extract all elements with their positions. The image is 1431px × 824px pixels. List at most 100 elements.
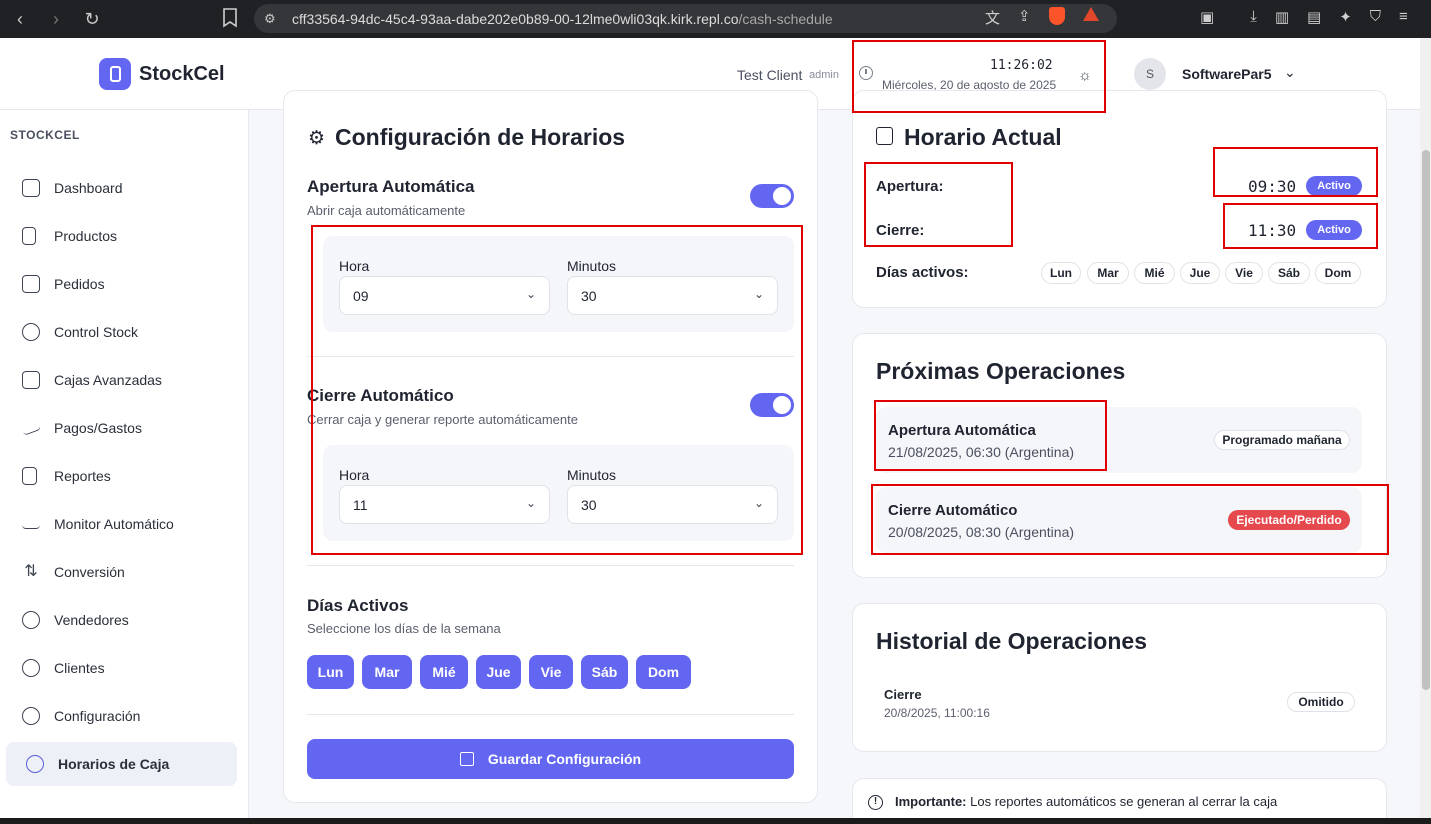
chevron-down-icon: ⌄ xyxy=(753,287,764,301)
cierre-hora-select[interactable]: 11 ⌄ xyxy=(339,485,550,524)
cierre-toggle[interactable] xyxy=(750,393,794,417)
scrollbar-thumb[interactable] xyxy=(1422,150,1430,690)
day-toggle-mar[interactable]: Mar xyxy=(362,655,412,689)
user-plus-icon xyxy=(22,659,40,677)
day-toggle-dom[interactable]: Dom xyxy=(636,655,691,689)
sidebar-item-reportes[interactable]: Reportes xyxy=(6,456,237,496)
sidebar-item-pedidos[interactable]: Pedidos xyxy=(6,264,237,304)
sidebar-item-control-stock[interactable]: Control Stock xyxy=(6,312,237,352)
day-toggle-lun[interactable]: Lun xyxy=(307,655,354,689)
sidebar-item-pagos-gastos[interactable]: Pagos/Gastos xyxy=(6,408,237,448)
active-day-pill: Sáb xyxy=(1268,262,1310,284)
theme-toggle-sun-icon[interactable]: ☼ xyxy=(1078,67,1092,84)
logo-icon[interactable] xyxy=(99,58,131,90)
cart-icon xyxy=(22,275,40,293)
operation-title: Apertura Automática xyxy=(888,422,1036,439)
config-title: Configuración de Horarios xyxy=(335,124,626,150)
day-toggle-mie[interactable]: Mié xyxy=(420,655,468,689)
brave-shields-icon[interactable] xyxy=(1048,7,1065,25)
apertura-desc: Abrir caja automáticamente xyxy=(307,203,466,218)
day-toggle-vie[interactable]: Vie xyxy=(529,655,573,689)
sidebar-item-label: Dashboard xyxy=(54,180,123,196)
save-button-label: Guardar Configuración xyxy=(487,751,642,767)
taskbar-strip xyxy=(0,818,1431,824)
sidebar-item-label: Conversión xyxy=(54,564,125,580)
user-name[interactable]: SoftwarePar5 xyxy=(1182,66,1271,82)
cierre-minutos-label: Minutos xyxy=(567,467,617,483)
search-icon xyxy=(22,323,40,341)
back-icon[interactable]: ‹ xyxy=(10,9,30,30)
active-day-pill: Lun xyxy=(1041,262,1081,284)
translate-icon[interactable]: 文 xyxy=(985,7,1000,28)
sidebar-item-clientes[interactable]: Clientes xyxy=(6,648,237,688)
sidebar-item-configuracion[interactable]: Configuración xyxy=(6,696,237,736)
sidebar-item-cajas-avanzadas[interactable]: Cajas Avanzadas xyxy=(6,360,237,400)
chevron-down-icon[interactable]: ⌄ xyxy=(1284,64,1296,81)
sidebar-item-label: Horarios de Caja xyxy=(58,756,170,772)
calculator-icon xyxy=(22,371,40,389)
divider xyxy=(307,565,794,566)
sidebar-item-vendedores[interactable]: Vendedores xyxy=(6,600,237,640)
active-day-pill: Dom xyxy=(1315,262,1361,284)
phone-icon xyxy=(22,227,36,245)
apertura-hora-select[interactable]: 09 ⌄ xyxy=(339,276,550,315)
apertura-hora-label: Hora xyxy=(339,258,370,274)
sidebar-item-label: Pagos/Gastos xyxy=(54,420,142,436)
reader-icon[interactable]: ▣ xyxy=(1200,8,1214,26)
sidebar-item-dashboard[interactable]: Dashboard xyxy=(6,168,237,208)
cierre-desc: Cerrar caja y generar reporte automática… xyxy=(307,412,578,427)
menu-icon[interactable]: ≡ xyxy=(1399,8,1408,26)
brave-rewards-icon[interactable] xyxy=(1082,7,1099,21)
chevron-down-icon: ⌄ xyxy=(525,287,536,301)
leo-ai-icon[interactable]: ✦ xyxy=(1339,8,1352,26)
apertura-minutos-select[interactable]: 30 ⌄ xyxy=(567,276,778,315)
apertura-toggle[interactable] xyxy=(750,184,794,208)
sidebar-item-label: Vendedores xyxy=(54,612,129,628)
clock-icon xyxy=(26,755,44,773)
select-value: 30 xyxy=(581,496,597,513)
day-toggle-jue[interactable]: Jue xyxy=(476,655,521,689)
brand-name[interactable]: StockCel xyxy=(139,63,225,86)
sidebar-item-label: Productos xyxy=(54,228,118,244)
avatar[interactable]: S xyxy=(1134,58,1166,90)
cierre-label: Cierre: xyxy=(876,222,925,239)
apertura-label: Apertura: xyxy=(876,178,944,195)
dias-activos-desc: Seleccione los días de la semana xyxy=(307,621,501,636)
operation-datetime: 21/08/2025, 06:30 (Argentina) xyxy=(888,444,1075,460)
history-item-datetime: 20/8/2025, 11:00:16 xyxy=(884,706,990,720)
cierre-minutos-select[interactable]: 30 ⌄ xyxy=(567,485,778,524)
site-info-icon[interactable]: ⚙ xyxy=(264,11,284,27)
sidebar-item-conversion[interactable]: ⇅ Conversión xyxy=(6,552,237,592)
sidebar-toggle-icon[interactable]: ▥ xyxy=(1275,8,1289,26)
save-icon xyxy=(459,752,474,766)
reload-icon[interactable]: ↻ xyxy=(82,9,102,30)
sidebar-item-horarios-de-caja[interactable]: Horarios de Caja xyxy=(6,742,237,786)
vpn-icon[interactable]: ⛉ xyxy=(1370,8,1381,26)
status-badge: Ejecutado/Perdido xyxy=(1228,510,1350,530)
day-toggle-sab[interactable]: Sáb xyxy=(581,655,628,689)
active-day-pill: Vie xyxy=(1225,262,1263,284)
wallet-icon[interactable]: ▤ xyxy=(1307,8,1321,26)
bookmark-icon[interactable] xyxy=(222,8,238,28)
sidebar-item-label: Control Stock xyxy=(54,324,139,340)
historial-card xyxy=(852,603,1387,752)
horario-actual-title: Horario Actual xyxy=(904,124,1062,150)
clock-icon xyxy=(859,66,873,80)
chevron-down-icon: ⌄ xyxy=(753,496,764,510)
note-bold: Importante: xyxy=(895,794,967,809)
calendar-icon xyxy=(876,127,893,145)
save-config-button[interactable]: Guardar Configuración xyxy=(307,739,794,779)
client-name: Test Client xyxy=(737,67,803,83)
active-day-pill: Jue xyxy=(1180,262,1220,284)
divider xyxy=(307,356,794,357)
proximas-title: Próximas Operaciones xyxy=(876,358,1126,384)
download-icon[interactable]: ⤓ xyxy=(1250,8,1257,26)
apertura-title: Apertura Automática xyxy=(307,177,475,196)
cierre-time: 11:30 xyxy=(1248,221,1297,240)
forward-icon[interactable]: › xyxy=(46,9,66,30)
sidebar-item-label: Reportes xyxy=(54,468,111,484)
sidebar-item-productos[interactable]: Productos xyxy=(6,216,237,256)
sidebar-item-monitor-automatico[interactable]: Monitor Automático xyxy=(6,504,237,544)
active-day-pill: Mié xyxy=(1134,262,1175,284)
share-icon[interactable]: ⇪ xyxy=(1018,7,1031,28)
